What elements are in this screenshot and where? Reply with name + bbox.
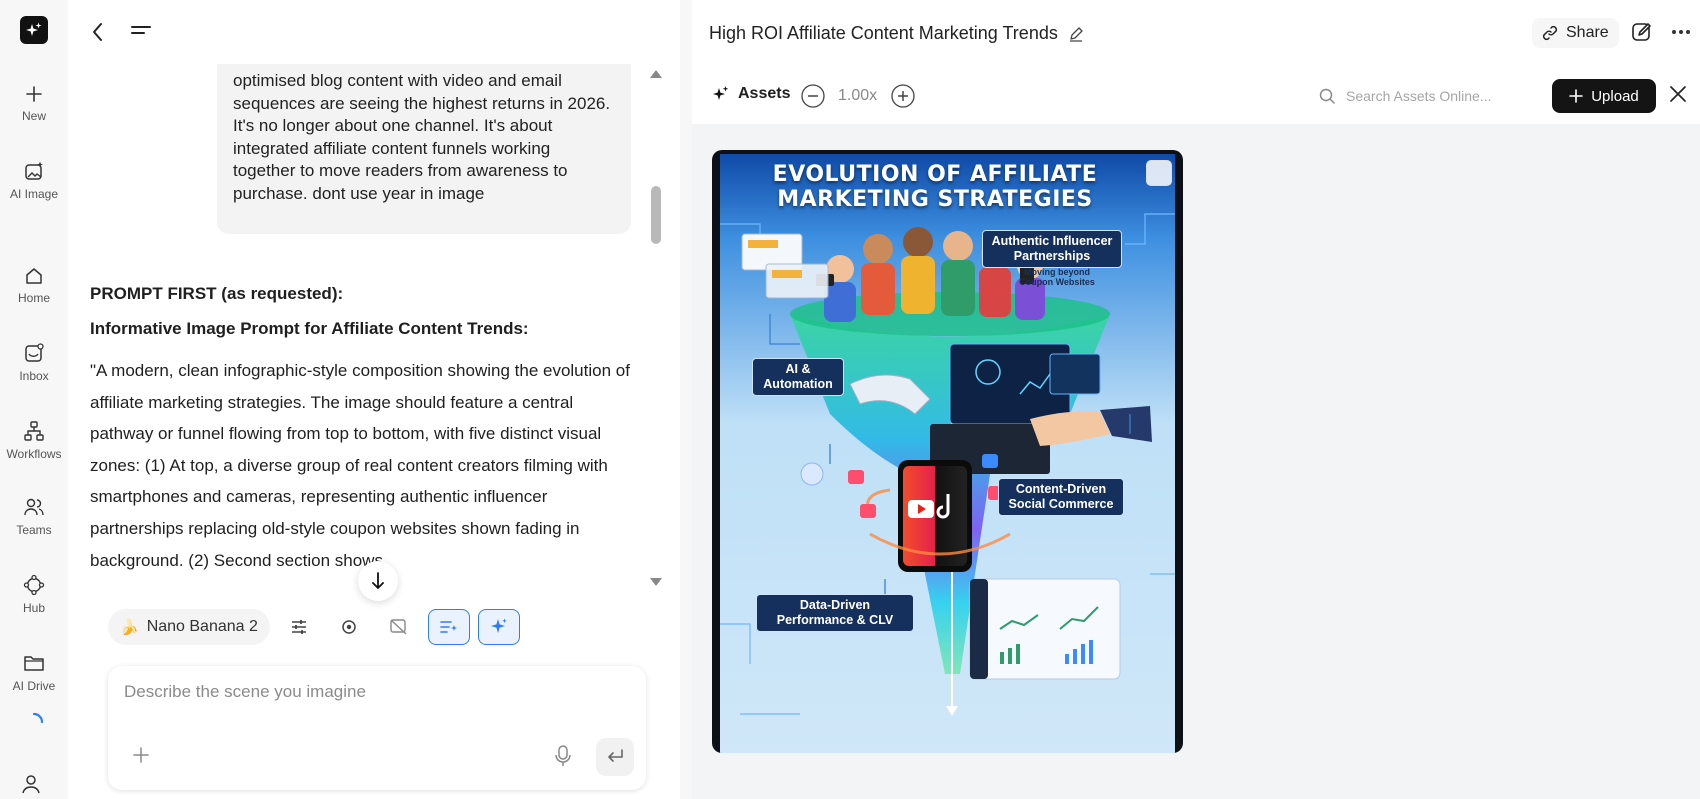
rail-item-workflows[interactable]: Workflows xyxy=(0,420,68,461)
chat-header xyxy=(68,0,680,64)
workflow-icon xyxy=(24,421,44,441)
rail-item-hub[interactable]: Hub xyxy=(0,574,68,615)
zoom-out-button[interactable] xyxy=(800,83,826,109)
label-data-driven: Data-Driven Performance & CLV xyxy=(756,594,914,632)
zoom-in-button[interactable] xyxy=(890,83,916,109)
close-assets-icon[interactable] xyxy=(1668,84,1688,104)
loading-spinner-icon xyxy=(20,712,48,732)
rail-item-label: Inbox xyxy=(19,369,49,383)
project-title-text: High ROI Affiliate Content Marketing Tre… xyxy=(709,23,1058,43)
rail-item-home[interactable]: Home xyxy=(0,266,68,305)
image-off-icon xyxy=(390,619,407,635)
users-icon xyxy=(24,498,44,516)
infographic-title: EVOLUTION OF AFFILIATE MARKETING STRATEG… xyxy=(720,162,1150,212)
zoom-level: 1.00x xyxy=(838,87,878,104)
sparkle-icon xyxy=(490,618,507,633)
select-checkbox[interactable] xyxy=(1146,160,1172,186)
share-label: Share xyxy=(1566,24,1609,41)
reference-off-button[interactable] xyxy=(378,609,420,645)
menu-icon[interactable] xyxy=(130,22,152,42)
rail-item-label: Home xyxy=(17,291,50,305)
search-icon xyxy=(1319,88,1335,104)
scrollbar-thumb[interactable] xyxy=(651,186,661,244)
infographic-title-line1: EVOLUTION OF AFFILIATE xyxy=(772,162,1098,187)
assets-title-text: Assets xyxy=(738,85,791,102)
plus-icon xyxy=(1569,89,1584,103)
list-sparkle-icon xyxy=(440,621,457,633)
back-arrow-icon[interactable] xyxy=(90,20,106,44)
sliders-icon xyxy=(291,620,306,634)
app-logo-icon[interactable] xyxy=(20,16,48,44)
more-options-icon[interactable] xyxy=(1672,30,1690,34)
model-selector[interactable]: 🍌 Nano Banana 2 xyxy=(108,609,270,645)
settings-sliders-button[interactable] xyxy=(278,609,320,645)
banana-icon: 🍌 xyxy=(120,619,139,636)
project-title: High ROI Affiliate Content Marketing Tre… xyxy=(709,23,1084,44)
rail-item-label: Workflows xyxy=(6,447,62,461)
scroll-to-bottom-button[interactable] xyxy=(358,561,398,601)
assets-search[interactable] xyxy=(1306,78,1538,114)
label-influencer-sub: Moving beyond Coupon Websites xyxy=(1019,267,1095,287)
upload-label: Upload xyxy=(1591,87,1639,105)
scroll-down-arrow[interactable] xyxy=(650,578,662,586)
enter-arrow-icon xyxy=(608,749,623,762)
rail-item-inbox[interactable]: Inbox xyxy=(0,342,68,383)
rail-item-label: New xyxy=(21,109,46,123)
user-message-bubble: optimised blog content with video and em… xyxy=(217,64,631,234)
response-heading: PROMPT FIRST (as requested): xyxy=(90,284,344,303)
attach-plus-icon[interactable] xyxy=(132,746,150,764)
rail-item-new[interactable]: New xyxy=(0,84,68,123)
panel-divider[interactable] xyxy=(680,0,692,799)
microphone-icon[interactable] xyxy=(554,744,572,768)
share-button[interactable]: Share xyxy=(1532,18,1619,48)
hub-icon xyxy=(23,574,45,596)
rail-item-label: AI Drive xyxy=(12,679,56,693)
image-sparkle-icon xyxy=(25,161,43,180)
scroll-up-arrow[interactable] xyxy=(650,70,662,78)
rail-item-label: AI Image xyxy=(9,187,59,201)
model-label: Nano Banana 2 xyxy=(146,618,258,635)
user-avatar-icon[interactable] xyxy=(20,772,42,794)
folder-icon xyxy=(24,656,44,671)
inbox-icon xyxy=(25,343,44,362)
link-icon xyxy=(1542,25,1558,41)
pencil-icon[interactable] xyxy=(1068,26,1084,42)
compose-icon[interactable] xyxy=(1630,20,1654,44)
response-subheading: Informative Image Prompt for Affiliate C… xyxy=(90,319,529,338)
rail-item-teams[interactable]: Teams xyxy=(0,496,68,537)
arrow-down-icon xyxy=(372,572,384,589)
rail-item-label: Hub xyxy=(22,601,45,615)
refresh-circle-icon xyxy=(342,620,356,634)
rail-item-ai-drive[interactable]: AI Drive xyxy=(0,652,68,693)
generation-toolbar: 🍌 Nano Banana 2 xyxy=(108,608,520,646)
send-button[interactable] xyxy=(596,738,634,776)
style-button[interactable] xyxy=(328,609,370,645)
plus-icon xyxy=(26,86,42,102)
prompt-mode-button[interactable] xyxy=(427,609,470,645)
assets-search-input[interactable] xyxy=(1346,88,1526,104)
left-rail: New AI Image Home Inbox Workflows Teams … xyxy=(0,0,68,799)
home-icon xyxy=(26,268,42,284)
rail-item-ai-image[interactable]: AI Image xyxy=(0,160,68,201)
infographic-title-line2: MARKETING STRATEGIES xyxy=(777,187,1093,212)
sparkle-icon xyxy=(713,86,729,100)
prompt-input[interactable]: Describe the scene you imagine xyxy=(124,682,366,702)
upload-button[interactable]: Upload xyxy=(1552,79,1656,113)
label-social-commerce: Content-Driven Social Commerce xyxy=(998,478,1124,516)
rail-item-label: Teams xyxy=(16,523,52,537)
label-ai-automation: AI & Automation xyxy=(752,358,844,396)
label-influencer: Authentic Influencer Partnerships xyxy=(982,230,1122,268)
assets-title: Assets xyxy=(712,85,790,103)
generated-image-card[interactable]: EVOLUTION OF AFFILIATE MARKETING STRATEG… xyxy=(712,150,1183,753)
enhance-button[interactable] xyxy=(477,609,520,645)
prompt-composer[interactable]: Describe the scene you imagine xyxy=(108,666,646,790)
